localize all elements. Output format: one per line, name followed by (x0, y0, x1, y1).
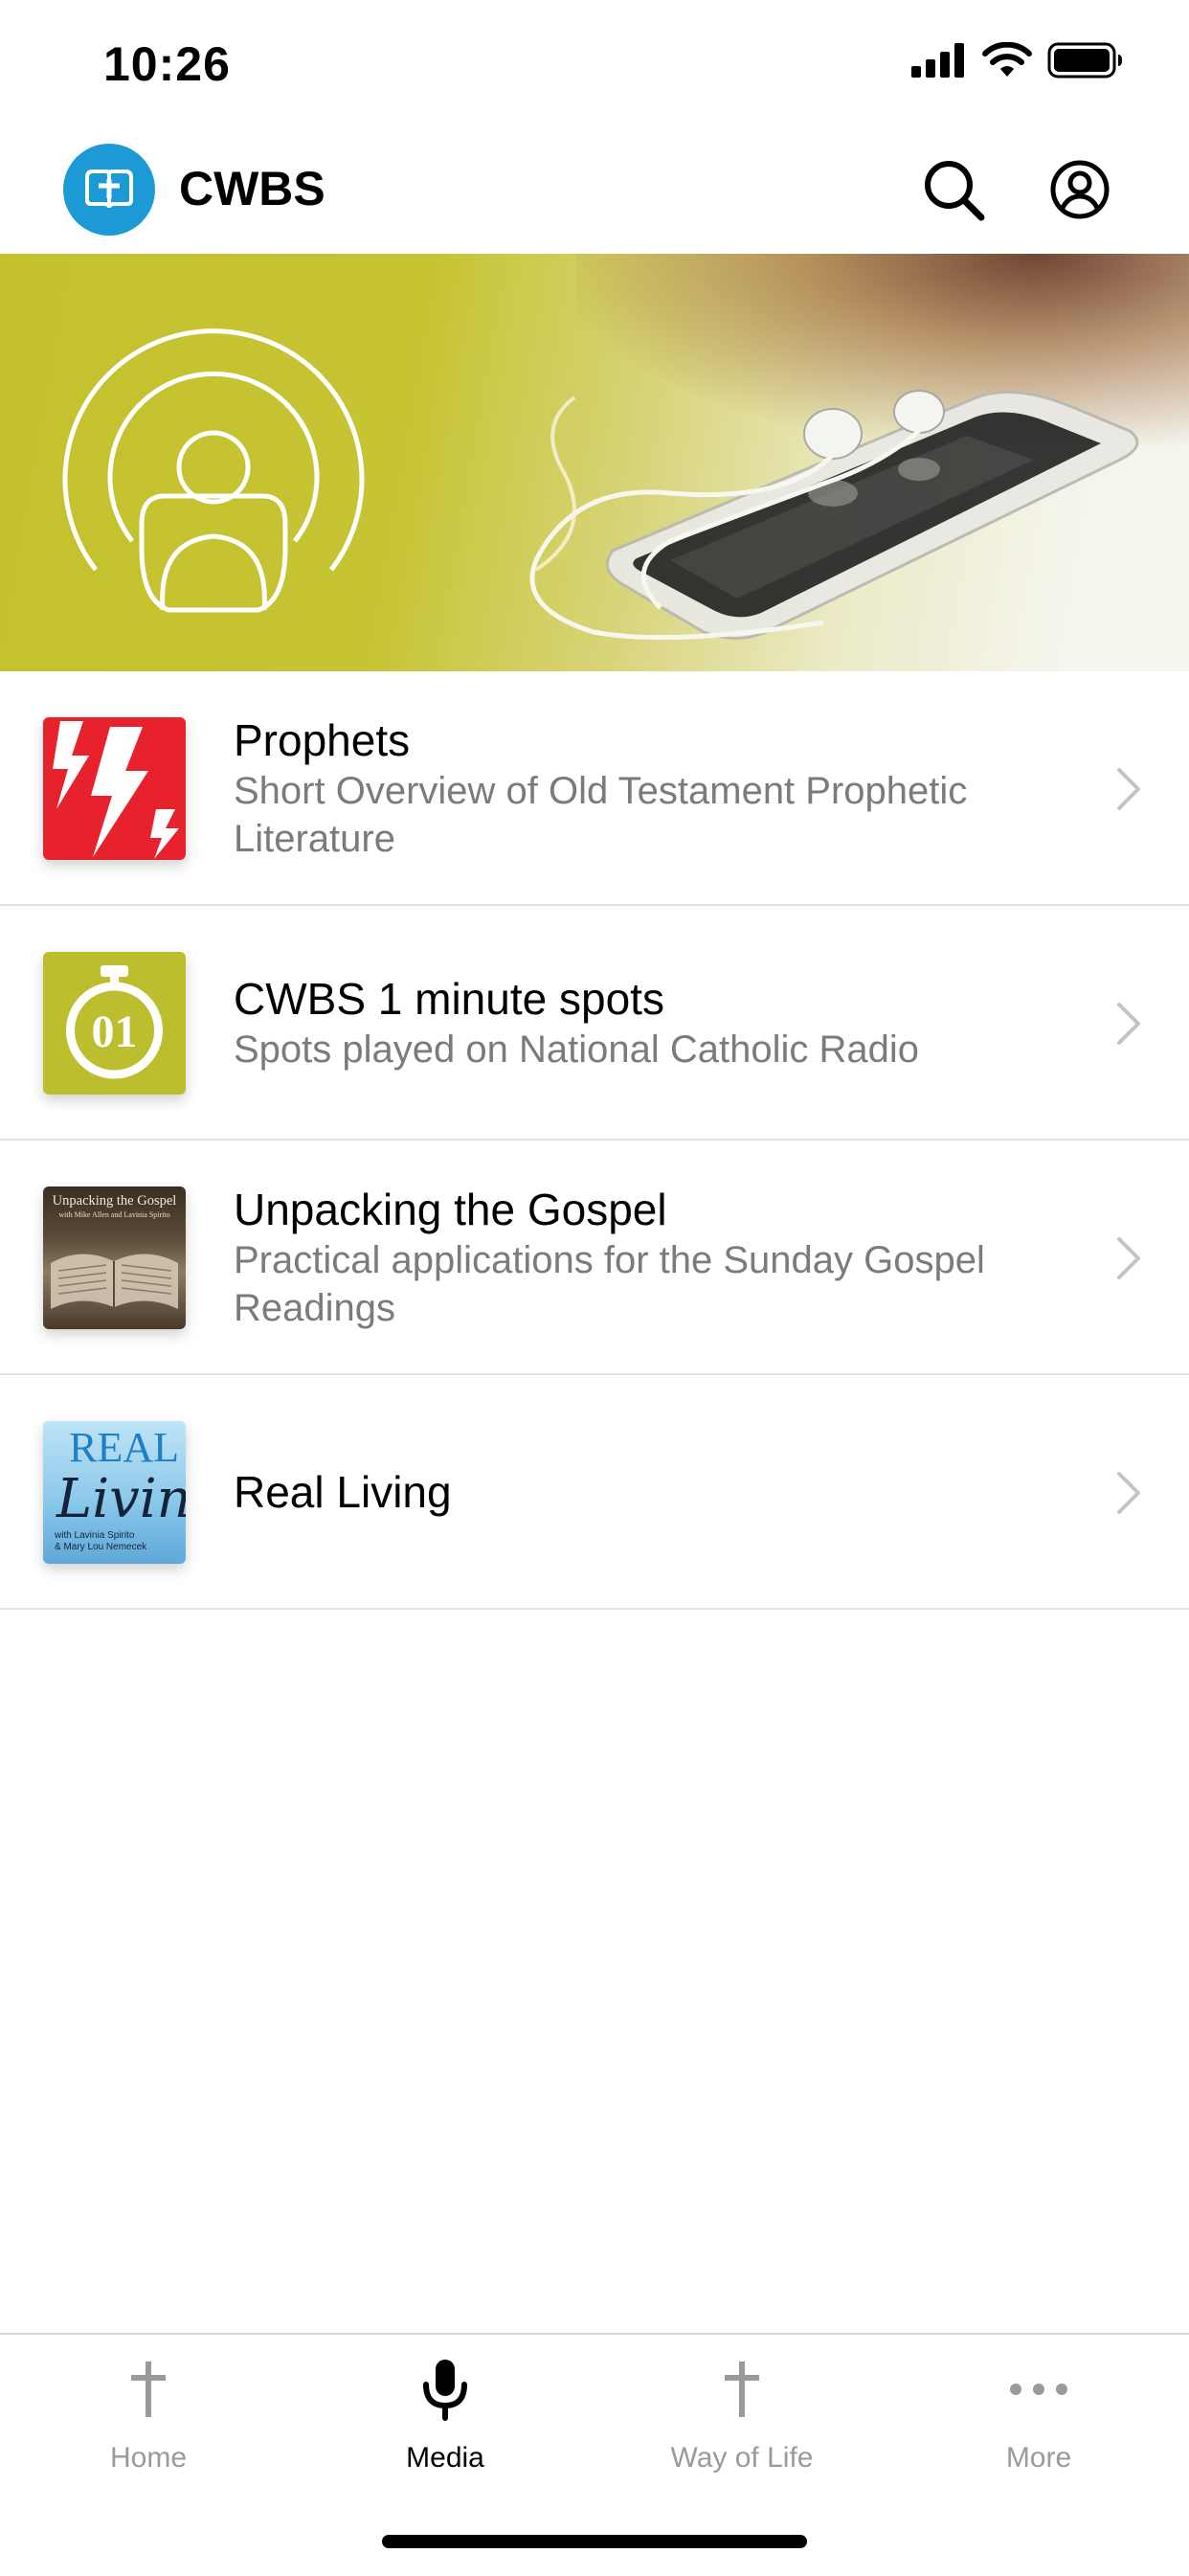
microphone-icon (423, 2360, 467, 2421)
list-item-title: Real Living (234, 1466, 452, 1517)
tab-label: Home (109, 2442, 188, 2474)
cross-icon (131, 2361, 166, 2417)
stopwatch-label: 01 (92, 1006, 138, 1057)
stopwatch-01-thumbnail: 01 (43, 952, 186, 1095)
media-banner (0, 254, 1189, 671)
cross-icon (725, 2361, 759, 2417)
open-bible-thumbnail: Unpacking the Gospel with Mike Allen and… (43, 1186, 186, 1329)
account-icon (1050, 160, 1110, 219)
app-title: CWBS (179, 162, 325, 215)
account-button[interactable] (1043, 153, 1116, 226)
cellular-signal-icon (911, 43, 964, 78)
home-indicator[interactable] (382, 2535, 807, 2548)
tab-label: More (1005, 2442, 1072, 2474)
list-item-subtitle: Short Overview of Old Testament Propheti… (234, 769, 968, 860)
podcast-icon (62, 328, 365, 613)
tab-more[interactable]: More (890, 2356, 1187, 2474)
more-dots-icon (1010, 2384, 1067, 2395)
battery-icon (1047, 42, 1122, 79)
chevron-right-icon (1117, 1237, 1140, 1279)
search-icon (925, 161, 985, 221)
list-item-1-minute-spots[interactable]: 01 CWBS 1 minute spots Spots played on N… (0, 906, 1189, 1141)
list-item-prophets[interactable]: Prophets Short Overview of Old Testament… (0, 671, 1189, 906)
chevron-right-icon (1117, 768, 1140, 810)
list-item-text: Real Living (234, 1375, 1074, 1608)
list-item-text: Unpacking the Gospel Practical applicati… (234, 1141, 1074, 1373)
tab-label: Media (406, 2442, 484, 2474)
tab-label: Way of Life (670, 2442, 814, 2474)
list-item-title: Prophets (234, 714, 411, 765)
real-living-thumbnail: REAL Living with Lavinia Spirito & Mary … (43, 1421, 186, 1564)
list-item-real-living[interactable]: REAL Living with Lavinia Spirito & Mary … (0, 1375, 1189, 1610)
thumbnail-hosts-2: & Mary Lou Nemecek (55, 1542, 147, 1552)
status-icons (911, 42, 1124, 79)
thumbnail-title-real: REAL (69, 1424, 179, 1471)
list-item-text: Prophets Short Overview of Old Testament… (234, 671, 1074, 904)
tab-media[interactable]: Media (297, 2356, 594, 2474)
media-list: Prophets Short Overview of Old Testament… (0, 671, 1189, 1610)
app-header: CWBS (0, 124, 1189, 255)
list-item-unpacking-the-gospel[interactable]: Unpacking the Gospel with Mike Allen and… (0, 1141, 1189, 1375)
chevron-right-icon (1117, 1003, 1140, 1045)
list-item-subtitle: Spots played on National Catholic Radio (234, 1028, 919, 1071)
thumbnail-title: Unpacking the Gospel (53, 1193, 177, 1209)
list-item-title: CWBS 1 minute spots (234, 973, 664, 1024)
list-item-subtitle: Practical applications for the Sunday Go… (234, 1238, 985, 1329)
wifi-icon (982, 42, 1032, 77)
thumbnail-title-living: Living (56, 1468, 186, 1530)
tab-way-of-life[interactable]: Way of Life (594, 2356, 890, 2474)
thumbnail-hosts-1: with Lavinia Spirito (54, 1530, 135, 1541)
lightning-bolts-thumbnail (43, 717, 186, 860)
thumbnail-subtitle: with Mike Allen and Lavinia Spirito (58, 1210, 169, 1219)
cwbs-logo-icon[interactable] (63, 144, 155, 236)
chevron-right-icon (1117, 1472, 1140, 1514)
status-time: 10:26 (103, 37, 231, 91)
status-bar: 10:26 (0, 0, 1189, 124)
list-item-title: Unpacking the Gospel (234, 1184, 667, 1234)
list-item-text: CWBS 1 minute spots Spots played on Nati… (234, 906, 1074, 1139)
search-button[interactable] (917, 153, 990, 226)
tab-home[interactable]: Home (0, 2356, 297, 2474)
earphones-on-smartphone-photo (62, 328, 1139, 641)
